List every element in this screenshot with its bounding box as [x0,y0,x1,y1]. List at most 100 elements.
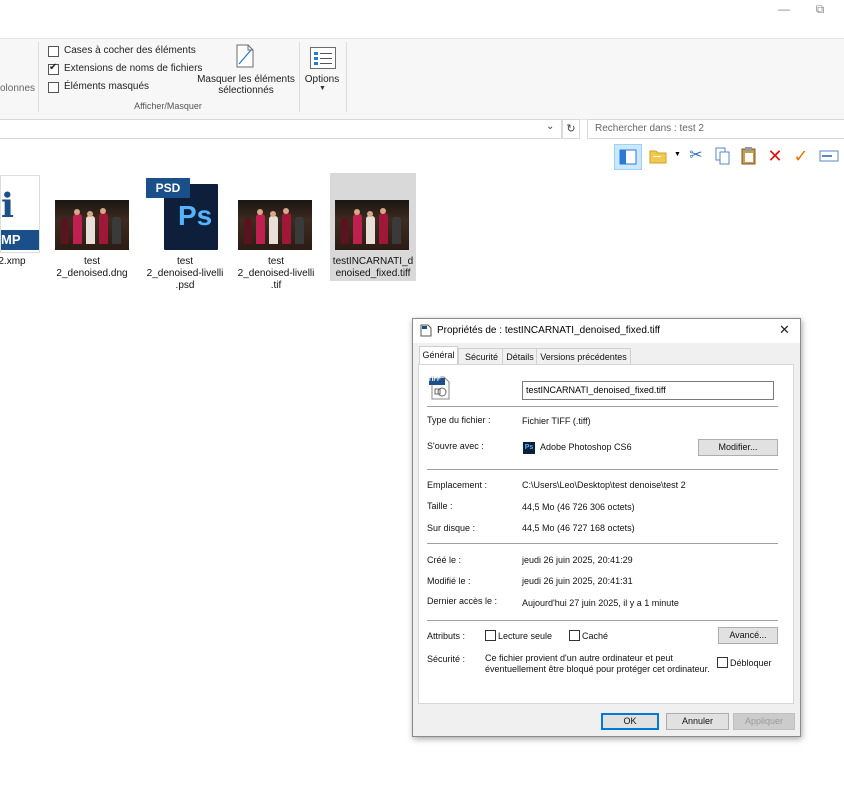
file-thumbnail[interactable] [238,200,312,250]
checkbox-item-checkboxes-label[interactable]: Cases à cocher des éléments [64,45,196,56]
file-name-line: testINCARNATI_d [332,256,414,267]
size-on-disk-label: Sur disque : [427,523,476,533]
size-on-disk-value: 44,5 Mo (46 727 168 octets) [522,523,635,533]
file-name[interactable]: test 2_denoised.dng [52,256,132,280]
file-name[interactable]: testINCARNATI_d enoised_fixed.tiff [330,256,416,280]
checkbox-hidden-items-label[interactable]: Éléments masqués [64,81,149,92]
psd-icon-text: Ps [178,200,213,231]
file-name[interactable]: test 2_denoised-livelli .psd [145,256,225,292]
divider [427,469,778,470]
filename-value: testINCARNATI_denoised_fixed.tiff [526,385,666,395]
ribbon-separator [38,42,39,112]
file-name-line: test [83,256,101,267]
checkmark-icon[interactable]: ✓ [791,146,811,166]
ribbon-group-label: Afficher/Masquer [134,101,202,111]
dialog-title-bar[interactable]: Propriétés de : testINCARNATI_denoised_f… [413,319,800,343]
readonly-label[interactable]: Lecture seule [498,631,552,641]
tiff-icon-text: TIFF [428,377,441,383]
options-icon [310,47,336,69]
file-name-line: .psd [175,280,195,291]
ribbon-separator [299,42,300,112]
location-value: C:\Users\Leo\Desktop\test denoise\test 2 [522,480,686,490]
security-text: Ce fichier provient d'un autre ordinateu… [485,653,710,675]
apply-button[interactable]: Appliquer [733,713,795,730]
modified-value: jeudi 26 juin 2025, 20:41:31 [522,576,633,586]
xmp-file-icon: i MP [0,175,40,253]
photoshop-icon: Ps [523,442,535,454]
file-thumbnail[interactable] [55,200,129,250]
cut-icon[interactable]: ✂ [686,146,706,166]
filename-input[interactable]: testINCARNATI_denoised_fixed.tiff [522,381,774,400]
search-input[interactable]: Rechercher dans : test 2 [587,119,844,139]
file-name-line: test [176,256,194,267]
readonly-checkbox[interactable] [485,630,496,641]
tab-previous-versions[interactable]: Versions précédentes [536,348,631,365]
address-dropdown-chevron-icon[interactable]: ⌄ [546,121,554,132]
xmp-file-icon-text: MP [1,230,39,250]
file-thumbnail[interactable] [335,200,409,250]
checkbox-item-checkboxes[interactable] [48,46,59,57]
advanced-button[interactable]: Avancé... [718,627,778,644]
address-bar[interactable] [0,119,562,139]
hide-selected-icon [236,44,254,68]
size-label: Taille : [427,501,453,511]
ok-button[interactable]: OK [601,713,659,730]
options-button[interactable]: Options [302,74,342,85]
ribbon-columns-label[interactable]: olonnes [0,83,35,94]
tab-details[interactable]: Détails [502,348,538,365]
rename-icon[interactable] [819,149,839,163]
file-name[interactable]: 2.xmp [0,256,32,268]
file-name-line: enoised_fixed.tiff [335,268,411,279]
hidden-label[interactable]: Caché [582,631,608,641]
psd-file-icon[interactable]: Ps PSD [146,178,218,250]
file-name-line: 2_denoised.dng [56,268,128,279]
ribbon-separator [346,42,347,112]
search-placeholder: Rechercher dans : test 2 [595,123,704,134]
dialog-close-icon[interactable]: ✕ [779,322,790,338]
accessed-label: Dernier accès le : [427,596,498,606]
security-label: Sécurité : [427,654,466,664]
modified-label: Modifié le : [427,576,471,586]
delete-icon[interactable]: ✕ [765,146,785,166]
paste-icon[interactable] [740,146,758,166]
modify-button[interactable]: Modifier... [698,439,778,456]
accessed-value: Aujourd'hui 27 juin 2025, il y a 1 minut… [522,598,679,608]
security-text-line: Ce fichier provient d'un autre ordinateu… [485,653,673,663]
cancel-button[interactable]: Annuler [666,713,729,730]
refresh-icon[interactable]: ↻ [562,119,580,139]
attributes-label: Attributs : [427,631,466,641]
unblock-label[interactable]: Débloquer [730,658,772,668]
properties-folder-icon[interactable] [648,146,668,166]
properties-chevron-down-icon[interactable]: ▼ [674,151,681,158]
hide-selected-line1: Masquer les éléments [197,74,295,85]
dialog-file-icon [420,324,432,337]
checkbox-file-extensions[interactable] [48,62,59,75]
divider [427,406,778,407]
tab-security[interactable]: Sécurité [458,348,505,365]
checkbox-hidden-items[interactable] [48,82,59,93]
properties-dialog: Propriétés de : testINCARNATI_denoised_f… [412,318,801,737]
checkbox-file-extensions-label[interactable]: Extensions de noms de fichiers [64,63,202,74]
file-name-line: 2_denoised-livelli [146,268,224,279]
options-chevron-down-icon[interactable]: ▼ [319,85,326,92]
divider [427,620,778,621]
file-type-label: Type du fichier : [427,415,491,425]
unblock-checkbox[interactable] [717,657,728,668]
file-name-line: .tif [270,280,282,291]
created-value: jeudi 26 juin 2025, 20:41:29 [522,555,633,565]
file-name-line: 2_denoised-livelli [237,268,315,279]
created-label: Créé le : [427,555,462,565]
file-name[interactable]: test 2_denoised-livelli .tif [236,256,316,292]
hide-selected-button[interactable]: Masquer les éléments sélectionnés [196,74,296,96]
restore-button[interactable]: ⧉ [810,1,830,17]
psd-badge: PSD [146,178,190,198]
tab-general[interactable]: Général [419,346,458,366]
copy-icon[interactable] [714,146,732,166]
location-label: Emplacement : [427,480,488,490]
dialog-title: Propriétés de : testINCARNATI_denoised_f… [437,325,661,336]
opens-with-value: Adobe Photoshop CS6 [540,442,632,452]
preview-pane-icon[interactable] [614,144,642,170]
file-item[interactable]: i MP [0,175,40,253]
minimize-button[interactable]: — [774,1,794,17]
hidden-checkbox[interactable] [569,630,580,641]
